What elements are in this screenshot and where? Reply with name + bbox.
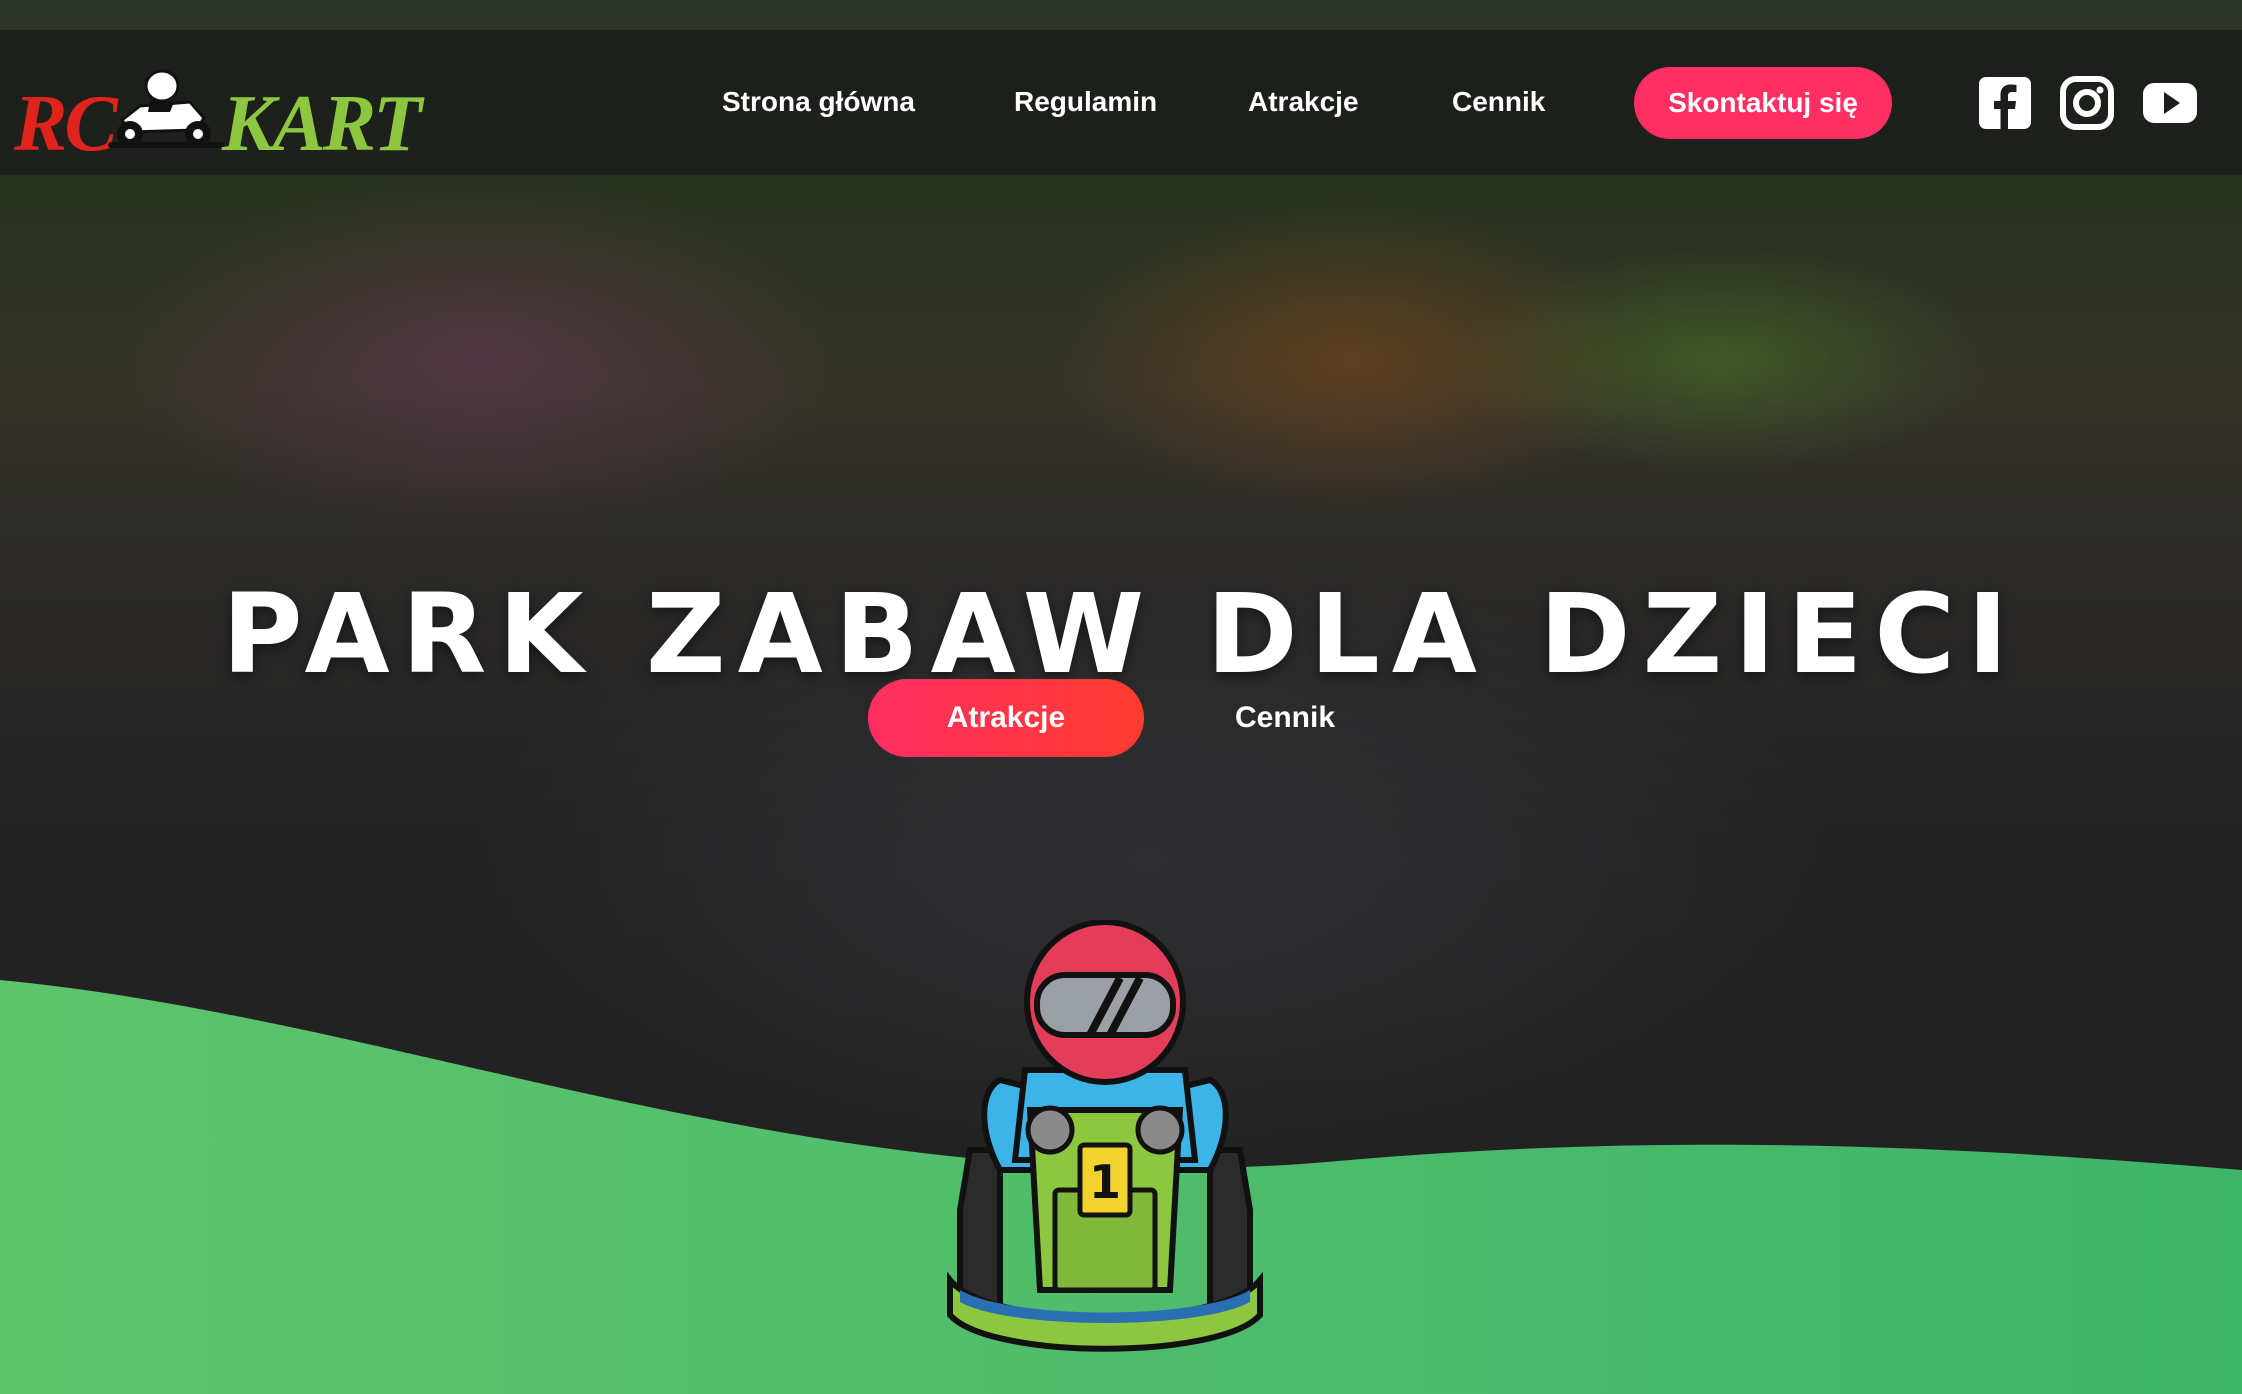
prices-link[interactable]: Cennik <box>1178 679 1392 757</box>
nav-link-attractions[interactable]: Atrakcje <box>1248 86 1359 118</box>
nav-link-rules[interactable]: Regulamin <box>1014 86 1157 118</box>
nav-link-prices[interactable]: Cennik <box>1452 86 1545 118</box>
logo-kart-text: KART <box>222 80 422 168</box>
facebook-icon[interactable] <box>1978 76 2032 130</box>
top-strip <box>0 0 2242 30</box>
instagram-icon[interactable] <box>2060 76 2114 130</box>
contact-button[interactable]: Skontaktuj się <box>1634 67 1892 139</box>
logo[interactable]: RC KART <box>14 54 422 164</box>
nav-link-home[interactable]: Strona główna <box>722 86 915 118</box>
kart-driver-icon <box>108 69 224 148</box>
attractions-button[interactable]: Atrakcje <box>868 679 1144 757</box>
navbar: RC KART Strona główna Regulamin Atrakcje… <box>0 30 2242 175</box>
kart-mascot: 1 <box>947 920 1263 1352</box>
kart-number: 1 <box>1089 1155 1121 1209</box>
hero-title: PARK ZABAW DLA DZIECI <box>221 569 2021 698</box>
youtube-icon[interactable] <box>2142 76 2198 130</box>
